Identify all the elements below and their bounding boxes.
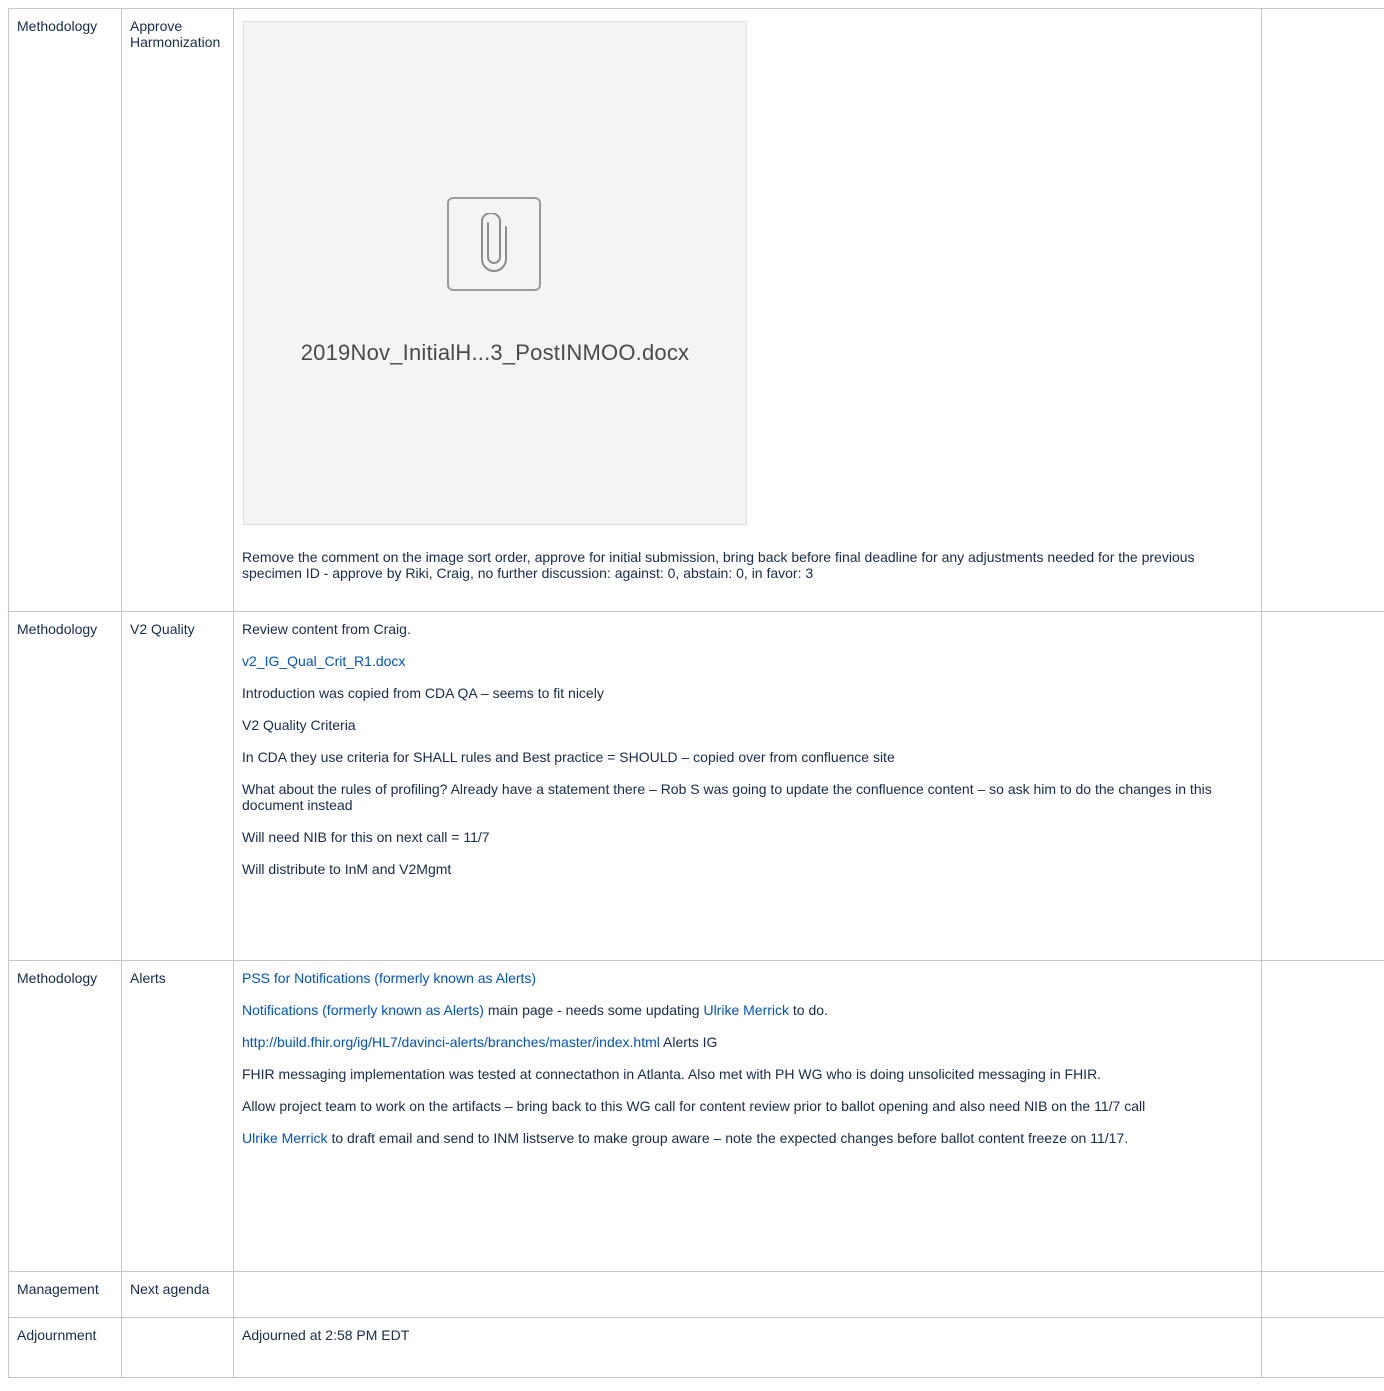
notes-paragraph: http://build.fhir.org/ig/HL7/davinci-ale… bbox=[242, 1034, 1253, 1050]
category-text: Methodology bbox=[17, 18, 98, 34]
notes-paragraph: Notifications (formerly known as Alerts)… bbox=[242, 1002, 1253, 1018]
category-cell: Methodology bbox=[8, 611, 122, 961]
topic-text: Alerts bbox=[130, 970, 166, 986]
table-row: Methodology Approve Harmonization 2019No… bbox=[8, 8, 1384, 612]
notes-paragraph: Ulrike Merrick to draft email and send t… bbox=[242, 1130, 1253, 1146]
table-row: Methodology Alerts PSS for Notifications… bbox=[8, 960, 1384, 1272]
notes-paragraph: What about the rules of profiling? Alrea… bbox=[242, 781, 1212, 813]
notes-paragraph: Will need NIB for this on next call = 11… bbox=[242, 829, 490, 845]
notes-text: Adjourned at 2:58 PM EDT bbox=[242, 1327, 410, 1343]
notes-cell: Review content from Craig. v2_IG_Qual_Cr… bbox=[233, 611, 1262, 961]
category-cell: Adjournment bbox=[8, 1317, 122, 1378]
alerts-ig-link[interactable]: http://build.fhir.org/ig/HL7/davinci-ale… bbox=[242, 1034, 660, 1050]
notes-paragraph: Introduction was copied from CDA QA – se… bbox=[242, 685, 604, 701]
notifications-page-link[interactable]: Notifications (formerly known as Alerts) bbox=[242, 1002, 484, 1018]
empty-cell bbox=[1261, 8, 1384, 612]
attachment-frame bbox=[447, 197, 541, 291]
attachment-filename[interactable]: 2019Nov_InitialH...3_PostINMOO.docx bbox=[244, 340, 746, 366]
topic-text: V2 Quality bbox=[130, 621, 195, 637]
notes-paragraph: v2_IG_Qual_Crit_R1.docx bbox=[242, 653, 1253, 669]
topic-text: Next agenda bbox=[130, 1281, 210, 1297]
notes-paragraph: Will distribute to InM and V2Mgmt bbox=[242, 861, 452, 877]
notes-paragraph: Allow project team to work on the artifa… bbox=[242, 1098, 1146, 1114]
notes-text: main page - needs some updating bbox=[483, 1002, 704, 1018]
topic-cell: Alerts bbox=[121, 960, 234, 1272]
empty-cell bbox=[1261, 1317, 1384, 1378]
category-text: Methodology bbox=[17, 621, 98, 637]
empty-cell bbox=[1261, 611, 1384, 961]
category-text: Adjournment bbox=[17, 1327, 97, 1343]
empty-cell bbox=[1261, 960, 1384, 1272]
table-row: Methodology V2 Quality Review content fr… bbox=[8, 611, 1384, 961]
attachment-preview[interactable]: 2019Nov_InitialH...3_PostINMOO.docx bbox=[243, 21, 747, 525]
topic-cell: Next agenda bbox=[121, 1271, 234, 1318]
notes-paragraph: Review content from Craig. bbox=[242, 621, 411, 637]
topic-cell: Approve Harmonization bbox=[121, 8, 234, 612]
minutes-table: Methodology Approve Harmonization 2019No… bbox=[8, 8, 1384, 1378]
paperclip-icon bbox=[481, 213, 507, 272]
empty-cell bbox=[1261, 1271, 1384, 1318]
topic-text: Approve Harmonization bbox=[130, 18, 221, 50]
notes-paragraph: V2 Quality Criteria bbox=[242, 717, 356, 733]
notes-text: to do. bbox=[789, 1002, 828, 1018]
notes-text: to draft email and send to INM listserve… bbox=[327, 1130, 1129, 1146]
category-text: Management bbox=[17, 1281, 99, 1297]
notes-paragraph: In CDA they use criteria for SHALL rules… bbox=[242, 749, 895, 765]
category-cell: Methodology bbox=[8, 8, 122, 612]
table-row: Adjournment Adjourned at 2:58 PM EDT bbox=[8, 1317, 1384, 1378]
notes-text: Remove the comment on the image sort ord… bbox=[242, 549, 1195, 581]
notes-cell bbox=[233, 1271, 1262, 1318]
notes-cell: Adjourned at 2:58 PM EDT bbox=[233, 1317, 1262, 1378]
notes-paragraph: PSS for Notifications (formerly known as… bbox=[242, 970, 1253, 986]
notes-cell: PSS for Notifications (formerly known as… bbox=[233, 960, 1262, 1272]
topic-cell bbox=[121, 1317, 234, 1378]
notes-cell: 2019Nov_InitialH...3_PostINMOO.docx Remo… bbox=[233, 8, 1262, 612]
topic-cell: V2 Quality bbox=[121, 611, 234, 961]
pss-link[interactable]: PSS for Notifications (formerly known as… bbox=[242, 970, 536, 986]
notes-paragraph: FHIR messaging implementation was tested… bbox=[242, 1066, 1102, 1082]
user-mention[interactable]: Ulrike Merrick bbox=[703, 1002, 789, 1018]
table-row: Management Next agenda bbox=[8, 1271, 1384, 1318]
category-cell: Management bbox=[8, 1271, 122, 1318]
document-link[interactable]: v2_IG_Qual_Crit_R1.docx bbox=[242, 653, 405, 669]
category-text: Methodology bbox=[17, 970, 98, 986]
notes-text: Alerts IG bbox=[659, 1034, 718, 1050]
user-mention[interactable]: Ulrike Merrick bbox=[242, 1130, 328, 1146]
category-cell: Methodology bbox=[8, 960, 122, 1272]
